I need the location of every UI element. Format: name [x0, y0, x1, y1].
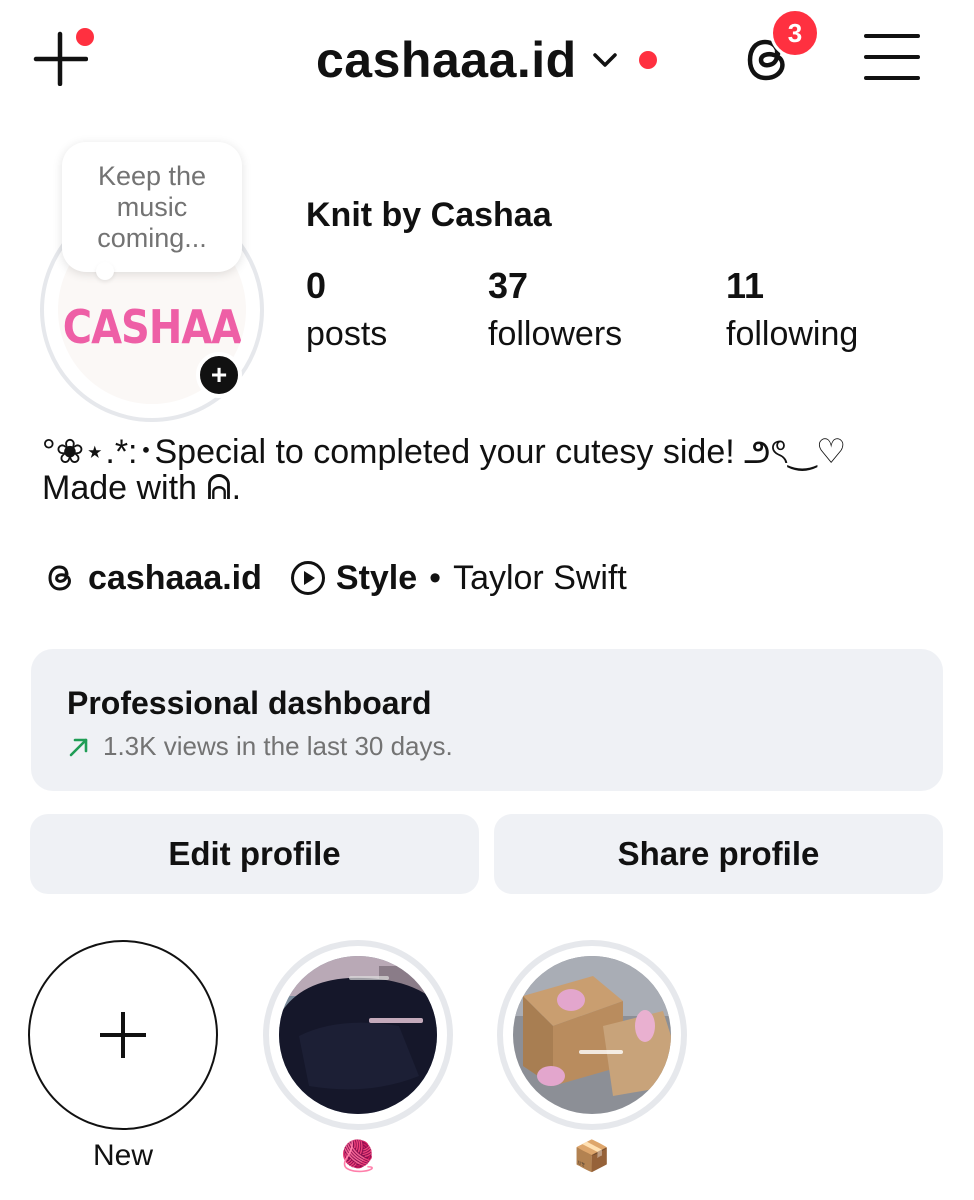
create-post-button[interactable]: [32, 28, 94, 88]
trending-up-icon: [69, 738, 88, 756]
professional-dashboard[interactable]: Professional dashboard 1.3K views in the…: [31, 649, 943, 791]
edit-profile-button[interactable]: Edit profile: [30, 814, 479, 894]
top-bar: cashaaa.id 3: [0, 0, 974, 120]
highlight-circle: [263, 940, 453, 1130]
stat-value: 11: [726, 265, 765, 306]
highlight-cover: [279, 956, 437, 1114]
add-story-button[interactable]: +: [196, 352, 242, 398]
profile-music[interactable]: Style • Taylor Swift: [290, 559, 627, 598]
menu-bar: [864, 76, 920, 80]
stat-posts[interactable]: 0 posts: [306, 264, 387, 356]
plus-icon: +: [210, 359, 228, 390]
stat-label: following: [726, 315, 859, 353]
notification-dot: [638, 51, 657, 69]
stat-value: 0: [306, 265, 327, 306]
plus-icon: [100, 1012, 146, 1058]
bio-line: Made with ᕱ.: [42, 469, 242, 507]
stat-value: 37: [488, 265, 529, 306]
boxes-photo: [513, 956, 671, 1114]
highlight-label: 📦: [573, 1139, 611, 1173]
chevron-down-icon: [592, 53, 617, 67]
account-switcher[interactable]: cashaaa.id: [316, 28, 657, 92]
stat-following[interactable]: 11 following: [726, 264, 858, 356]
music-artist: Taylor Swift: [453, 558, 627, 597]
menu-bar: [864, 34, 920, 38]
profile-links: cashaaa.id Style • Taylor Swift: [42, 556, 627, 600]
highlight-item[interactable]: 📦: [497, 940, 687, 1174]
bio-line: °❀⋆.*:･Special to completed your cutesy …: [42, 433, 847, 471]
highlight-item[interactable]: 🧶: [263, 940, 453, 1174]
highlight-circle: [28, 940, 218, 1130]
highlight-circle: [497, 940, 687, 1130]
play-circle-icon: [290, 561, 325, 595]
avatar-logo: CASHAA: [62, 301, 243, 355]
threads-profile-link[interactable]: cashaaa.id: [42, 559, 262, 598]
stat-label: followers: [488, 315, 623, 353]
note-text: Keep the music coming...: [97, 160, 207, 253]
music-title: Style: [335, 558, 418, 597]
highlight-new[interactable]: New: [28, 940, 218, 1174]
notification-dot: [76, 28, 94, 46]
menu-button[interactable]: [864, 34, 920, 82]
threads-badge: 3: [770, 8, 820, 58]
highlight-label: 🧶: [339, 1139, 377, 1173]
profile-bio: °❀⋆.*:･Special to completed your cutesy …: [42, 434, 942, 506]
threads-handle: cashaaa.id: [88, 558, 262, 597]
dashboard-views-text: 1.3K views in the last 30 days.: [103, 731, 453, 761]
highlight-label: New: [92, 1139, 153, 1172]
share-profile-button[interactable]: Share profile: [494, 814, 943, 894]
profile-display-name: Knit by Cashaa: [306, 196, 552, 234]
account-username: cashaaa.id: [316, 32, 577, 88]
note-bubble[interactable]: Keep the music coming...: [62, 142, 242, 272]
menu-bar: [864, 55, 920, 59]
sweater-photo: [279, 956, 437, 1114]
music-separator: •: [429, 558, 442, 597]
stat-label: posts: [306, 315, 388, 353]
note-bubble-tail: [96, 262, 114, 280]
stat-followers[interactable]: 37 followers: [488, 264, 622, 356]
dashboard-title: Professional dashboard: [67, 685, 432, 721]
dashboard-subtitle: 1.3K views in the last 30 days.: [67, 731, 453, 762]
threads-icon: [48, 565, 71, 591]
highlight-cover: [513, 956, 671, 1114]
